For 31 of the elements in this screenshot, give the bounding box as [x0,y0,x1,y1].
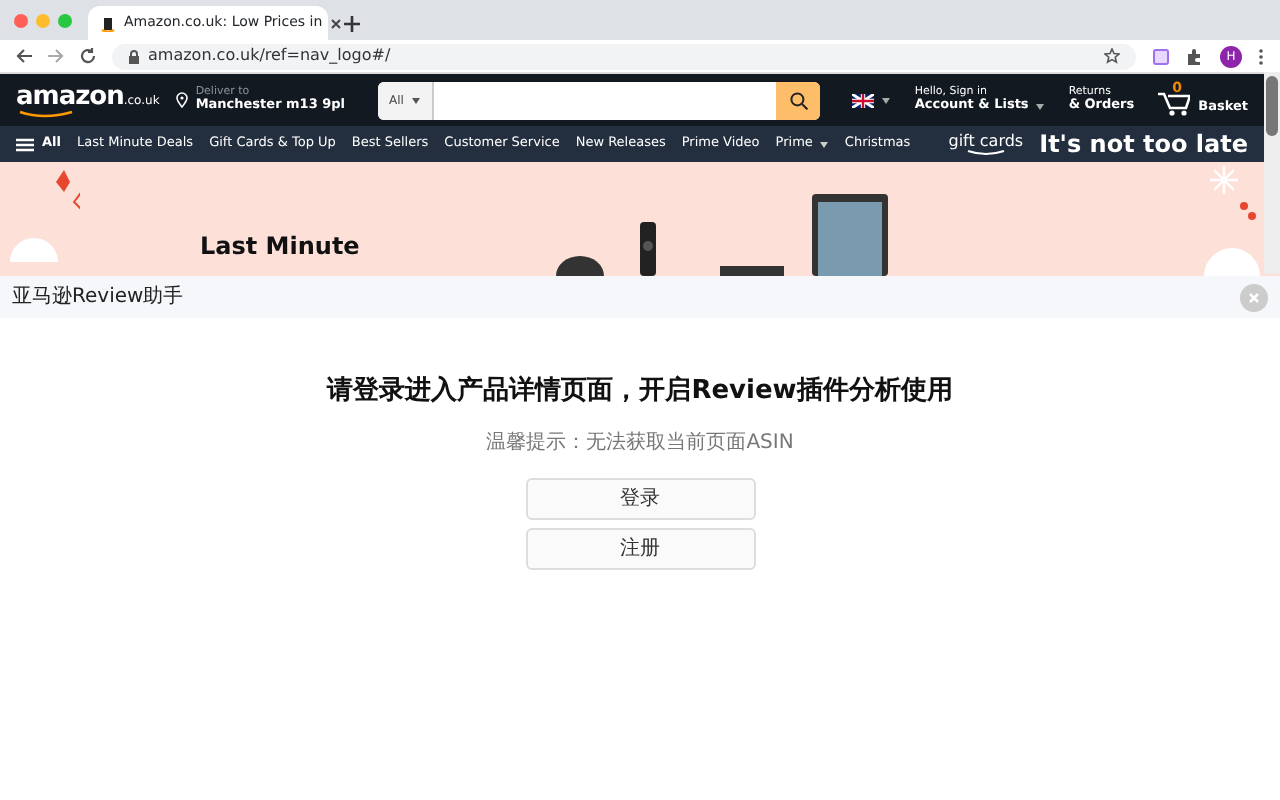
register-button[interactable]: 注册 [525,527,755,569]
lock-icon [128,49,140,63]
site-favicon-icon [100,15,116,31]
reload-icon[interactable] [80,48,96,64]
login-button[interactable]: 登录 [525,477,755,519]
flag-icon [852,93,875,107]
close-icon [1248,291,1260,303]
caret-icon [820,141,829,147]
new-tab-icon[interactable] [344,16,360,32]
location-pin-icon [175,92,188,108]
menu-icon[interactable] [16,137,34,151]
caret-icon [411,97,420,103]
puzzle-icon[interactable] [1186,47,1204,65]
login-prompt-heading: 请登录进入产品详情页面，开启Review插件分析使用 [327,373,953,410]
hint-text: 温馨提示：无法获取当前页面ASIN [486,429,794,457]
banner-headline: Last Minute [200,230,360,264]
caret-icon [882,97,891,103]
panel-title: 亚马逊Review助手 [12,283,184,312]
language-selector[interactable] [852,93,891,107]
address-bar[interactable]: amazon.co.uk/ref=nav_logo#/ [112,43,1136,69]
extension-icon[interactable] [1152,47,1170,65]
star-icon[interactable] [1104,48,1120,64]
basket-icon [1158,91,1191,115]
search-button[interactable] [776,81,821,119]
caret-icon [1036,103,1045,110]
search-icon [789,91,808,109]
back-icon[interactable] [16,48,32,64]
more-icon[interactable] [1258,47,1264,65]
scrollbar-thumb[interactable] [1266,76,1278,136]
gift-cards-promo[interactable]: gift cards It's not too late [948,126,1248,162]
close-icon[interactable] [330,17,343,29]
